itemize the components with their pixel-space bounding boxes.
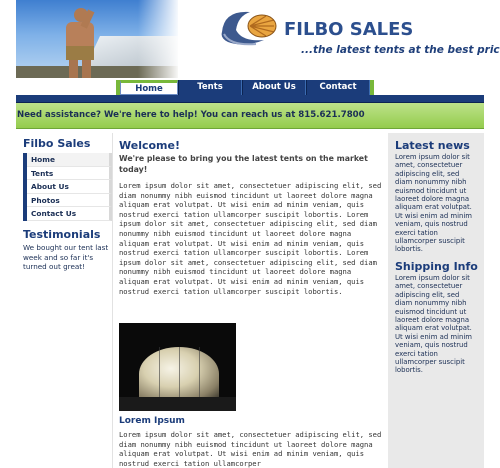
intro-paragraph: Lorem ipsum dolor sit amet, consectetuer… [119,181,382,296]
nav-underline-bar [16,95,484,103]
latest-news-title: Latest news [395,139,470,152]
right-sidebar: Latest news Lorem ipsum dolor sit amet, … [388,133,484,468]
nav-home[interactable]: Home [120,80,178,95]
sidebar-item-contact-us[interactable]: Contact Us [27,207,112,221]
hero-photo-person-on-tent [16,0,178,78]
testimonials-title: Testimonials [23,228,101,241]
tent-night-photo [119,323,236,411]
sidebar-item-tents[interactable]: Tents [27,166,112,181]
sidebar-item-about-us[interactable]: About Us [27,180,112,194]
sidebar-company-title: Filbo Sales [23,137,91,150]
nav-tents[interactable]: Tents [178,80,242,95]
left-sidebar: Filbo Sales Home Tents About Us Photos C… [16,133,112,468]
page-title: Welcome! [119,139,180,152]
shipping-info-title: Shipping Info [395,260,478,273]
nav-edge-right [370,80,374,95]
lorem-paragraph: Lorem ipsum dolor sit amet, consectetuer… [119,430,382,468]
latest-news-text: Lorem ipsum dolor sit amet, consectetuer… [395,153,473,254]
sidebar-menu: Home Tents About Us Photos Contact Us [23,153,112,221]
testimonial-text: We bought our tent last week and so far … [23,243,109,272]
assistance-banner-text: Need assistance? We're here to help! You… [17,110,365,120]
site-header: FILBO SALES ...the latest tents at the b… [16,0,500,78]
lorem-ipsum-heading: Lorem Ipsum [119,416,185,426]
welcome-subhead: We're please to bring you the latest ten… [119,154,368,174]
nav-about-us[interactable]: About Us [242,80,306,95]
shell-swoosh-logo-icon[interactable] [216,2,286,50]
brand-name[interactable]: FILBO SALES [284,19,413,40]
main-content: Welcome! We're please to bring you the l… [112,133,388,468]
main-nav: Home Tents About Us Contact [116,80,374,95]
brand-tagline: ...the latest tents at the best prices [301,44,500,56]
sidebar-item-home[interactable]: Home [27,153,112,167]
sidebar-item-photos[interactable]: Photos [27,193,112,208]
shipping-info-text: Lorem ipsum dolor sit amet, consectetuer… [395,274,473,375]
assistance-banner: Need assistance? We're here to help! You… [16,103,484,129]
nav-contact[interactable]: Contact [306,80,370,95]
